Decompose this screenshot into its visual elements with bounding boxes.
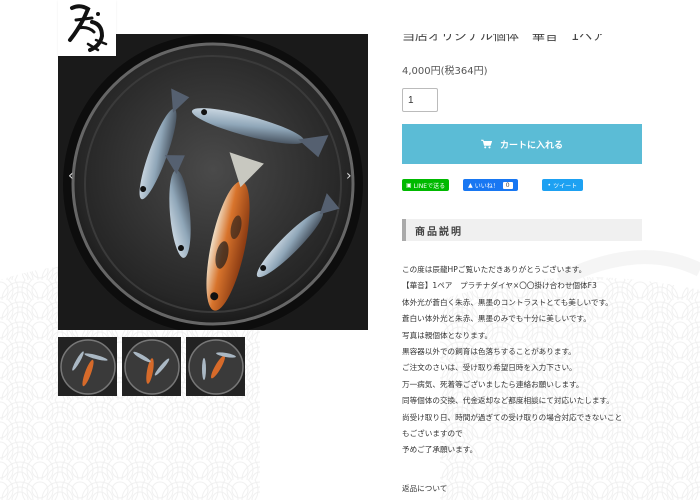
return-policy-label[interactable]: 返品について [402, 483, 447, 494]
share-buttons: ▣ LINEで送る ▲ いいね！ 0 • ツイート [402, 179, 584, 191]
heading-accent-bar [402, 219, 406, 241]
description-heading: 商品説明 [402, 219, 642, 241]
description-line: 予めご了承願います。 [402, 445, 478, 455]
thumbnail-strip [58, 337, 245, 396]
thumbnail-1[interactable] [58, 337, 117, 396]
line-icon: ▣ [406, 181, 412, 189]
facebook-like-button[interactable]: ▲ いいね！ 0 [463, 179, 518, 191]
description-line: 同等個体の交換、代金返却など都度相談にて対応いたします。 [402, 396, 614, 406]
cart-icon [480, 139, 492, 149]
twitter-bird-icon: • [547, 181, 552, 189]
description-line: 体外光が蒼白く朱赤、黒墨のコントラストとても美しいです。 [402, 297, 613, 307]
line-share-button[interactable]: ▣ LINEで送る [402, 179, 450, 191]
add-to-cart-label: カートに入れる [499, 139, 563, 150]
product-price: 4,000円(税364円) [402, 66, 488, 77]
prev-image-arrow[interactable]: ‹ [68, 168, 74, 184]
facebook-like-count: 0 [502, 181, 513, 189]
tweet-button[interactable]: • ツイート [541, 179, 584, 191]
dragon-calligraphy-logo [68, 4, 108, 52]
next-image-arrow[interactable]: › [346, 168, 352, 184]
product-main-image[interactable] [58, 34, 368, 330]
description-line: 蒼白い体外光と朱赤、黒墨のみでも十分に美しいです。 [402, 314, 591, 324]
description-line: この度は辰龍HPご覧いただきありがとうございます。 [402, 265, 587, 274]
description-line: 尚受け取り日、時間が過ぎての受け取りの場合対応できないこと [402, 412, 623, 422]
description-line: ご注文のさいは、受け取り希望日時を入力下さい。 [402, 363, 577, 373]
description-line: 【華音】1ペア プラチナダイヤ×〇〇掛け合わせ個体F3 [402, 281, 597, 291]
quantity-input[interactable] [402, 88, 438, 112]
facebook-like-label: いいね！ [474, 182, 499, 190]
tweet-label: ツイート [553, 182, 578, 190]
description-line: 写真は親個体となります。 [402, 330, 493, 340]
description-line: 万一病気、死着等ございましたら連絡お願いします。 [402, 379, 584, 389]
description-heading-text: 商品説明 [415, 226, 463, 238]
thumbnail-3[interactable] [186, 337, 245, 396]
line-share-label: LINEで送る [413, 182, 446, 190]
product-description: この度は辰龍HPご覧いただきありがとうございます。 【華音】1ペア プラチナダイ… [402, 262, 647, 459]
site-logo[interactable] [58, 0, 116, 56]
add-to-cart-button[interactable]: カートに入れる [402, 124, 642, 164]
description-line: 黒容器以外での飼育は色落ちすることがあります。 [402, 347, 576, 357]
thumbnail-2[interactable] [122, 337, 181, 396]
description-line: もございますので [402, 429, 463, 439]
thumbs-up-icon: ▲ [468, 181, 473, 189]
